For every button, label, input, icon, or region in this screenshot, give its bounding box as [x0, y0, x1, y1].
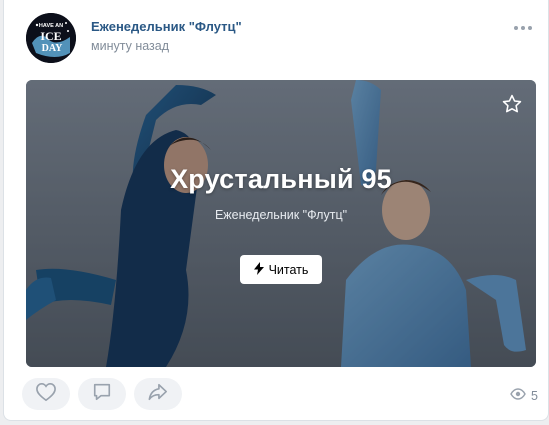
avatar[interactable]: HAVE AN ICE DAY: [26, 13, 76, 63]
like-icon: [35, 382, 57, 407]
post-card: HAVE AN ICE DAY Еженедельник "Флутц" мин…: [3, 0, 549, 421]
more-icon[interactable]: [514, 22, 536, 34]
views-counter: 5: [510, 388, 538, 403]
lightning-icon: [253, 261, 264, 278]
views-count: 5: [531, 388, 538, 403]
author-name[interactable]: Еженедельник "Флутц": [91, 19, 242, 34]
article-title: Хрустальный 95: [170, 164, 392, 194]
share-button[interactable]: [134, 378, 182, 410]
read-button[interactable]: Читать: [240, 255, 322, 284]
article-card[interactable]: Хрустальный 95 Еженедельник "Флутц" Чита…: [26, 80, 536, 367]
article-subtitle: Еженедельник "Флутц": [214, 208, 348, 222]
comment-icon: [92, 382, 112, 407]
like-button[interactable]: [22, 378, 70, 410]
post-time[interactable]: минуту назад: [91, 39, 169, 53]
post-actions: [22, 378, 182, 410]
avatar-logo: HAVE AN ICE DAY: [26, 13, 76, 63]
star-icon[interactable]: [501, 93, 523, 115]
eye-icon: [510, 388, 526, 403]
article-cover-image: [26, 80, 536, 367]
avatar-text-3: DAY: [42, 43, 64, 54]
share-icon: [147, 382, 169, 407]
avatar-text-2: ICE: [40, 29, 61, 43]
comment-button[interactable]: [78, 378, 126, 410]
read-button-label: Читать: [268, 262, 309, 277]
